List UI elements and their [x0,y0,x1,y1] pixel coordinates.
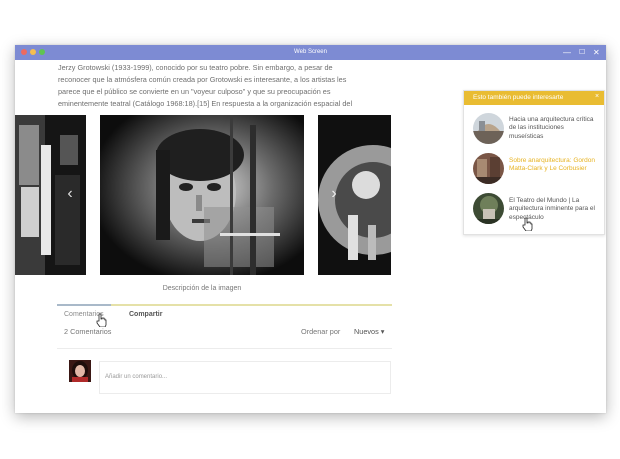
close-icon[interactable]: × [595,93,599,100]
comment-count: 2 Comentarios [64,327,112,336]
avatar-image [69,360,91,382]
article-line: reconocer que la atmósfera común creada … [58,75,347,84]
window-title: Web Screen [294,49,327,55]
related-item-image [473,113,504,144]
related-item-link[interactable]: Hacia una arquitectura crítica de las in… [509,116,599,141]
gallery-slide-current[interactable] [100,115,304,275]
divider [57,348,392,349]
chevron-left-icon[interactable]: ‹ [63,184,77,204]
tab-share[interactable]: Compartir [129,311,162,318]
avatar [69,360,91,382]
minimize-icon[interactable]: — [563,45,571,60]
sort-label: Ordenar por [301,327,341,336]
related-item-thumb[interactable] [473,193,504,224]
sort-dropdown[interactable]: Nuevos ▾ [354,327,384,336]
related-item-link[interactable]: Sobre anarquitectura: Gordon Matta-Clark… [509,157,599,174]
related-panel-title: Esto también puede interesarte [473,94,564,101]
maximize-icon[interactable]: ☐ [579,45,585,60]
active-tab-indicator [57,304,111,306]
gallery-image-current [100,115,304,275]
article-line: parece que el público se convierte en un… [58,87,331,96]
article-line: Jerzy Grotowski (1933-1999), conocido po… [58,63,333,72]
browser-window: Web Screen — ☐ ✕ Jerzy Grotowski (1933-1… [15,45,606,413]
related-item-thumb[interactable] [473,113,504,144]
hand-cursor-icon [96,313,107,327]
article-text: Jerzy Grotowski (1933-1999), conocido po… [58,62,394,110]
related-item-image [473,153,504,184]
article-line: eminentemente teatral (Catálogo 1968:18)… [58,99,353,108]
related-item-image [473,193,504,224]
hand-cursor-icon [522,217,533,231]
title-bar: Web Screen — ☐ ✕ [15,45,606,60]
image-caption: Descripción de la imagen [162,285,242,292]
related-item-thumb[interactable] [473,153,504,184]
related-panel: Esto también puede interesarte × Hacia u… [463,90,605,235]
related-panel-header: Esto también puede interesarte × [464,91,604,105]
close-icon[interactable]: ✕ [593,45,600,60]
chevron-right-icon[interactable]: › [327,184,341,204]
comment-placeholder: Añadir un comentario... [105,374,168,380]
